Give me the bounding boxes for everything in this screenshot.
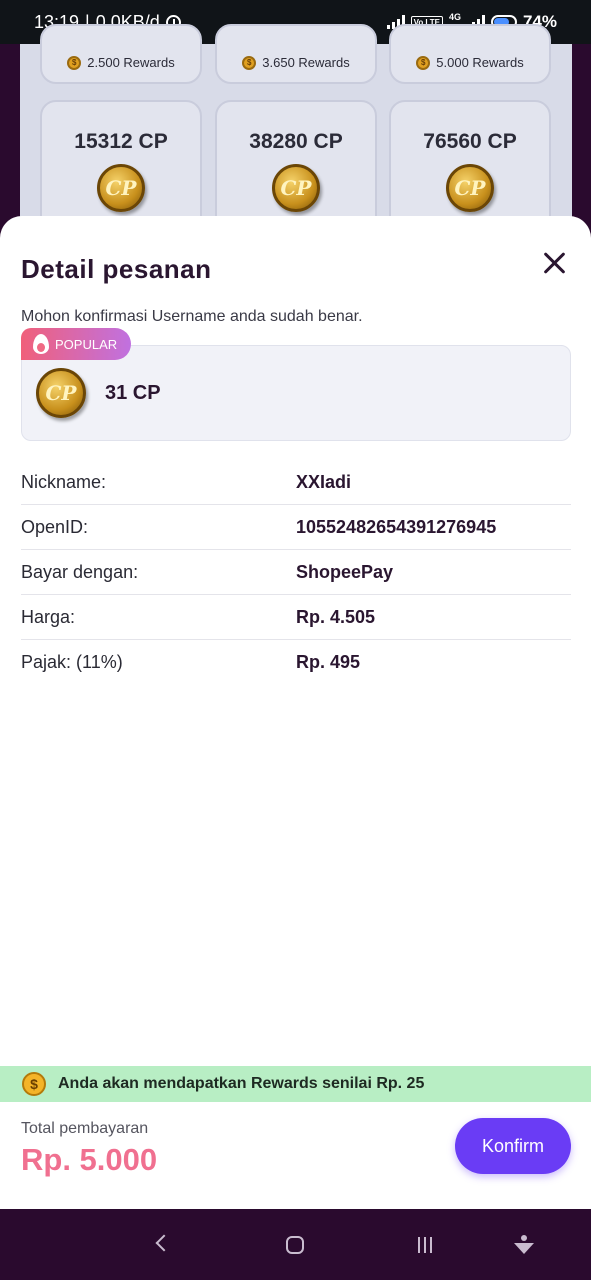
flame-icon: [33, 334, 49, 354]
info-value: Rp. 495: [296, 652, 361, 672]
reward-line: $ 5.000 Rewards: [416, 55, 524, 70]
info-row-price: Harga: Rp. 4.505: [21, 595, 571, 640]
info-value: 10552482654391276945: [296, 516, 497, 537]
reward-card[interactable]: $ 5.000 Rewards: [389, 24, 551, 84]
info-label: OpenID:: [21, 516, 89, 537]
info-label: Pajak: (11%): [21, 652, 123, 672]
info-value: XXIadi: [296, 471, 352, 492]
info-value: ShopeePay: [296, 561, 394, 582]
cp-coin-icon: CP: [272, 164, 320, 212]
info-row-nickname: Nickname: XXIadi: [21, 460, 571, 505]
order-detail-sheet: Detail pesanan Mohon konfirmasi Username…: [0, 216, 591, 1209]
close-icon[interactable]: [540, 248, 570, 278]
info-row-tax: Pajak: (11%) Rp. 495: [21, 640, 571, 685]
info-label: Harga:: [21, 606, 76, 627]
order-info-table: Nickname: XXIadi OpenID: 105524826543912…: [21, 460, 571, 685]
reward-card[interactable]: $ 3.650 Rewards: [215, 24, 377, 84]
cp-coin-icon: CP: [446, 164, 494, 212]
info-row-openid: OpenID: 10552482654391276945: [21, 505, 571, 550]
info-value: Rp. 4.505: [296, 606, 376, 627]
network-type: 4G: [448, 12, 461, 22]
nav-home-icon[interactable]: [286, 1236, 304, 1254]
reward-label: 3.650 Rewards: [262, 55, 350, 70]
sheet-title: Detail pesanan: [21, 254, 212, 284]
nav-back-icon[interactable]: [155, 1234, 173, 1252]
reward-line: $ 2.500 Rewards: [67, 55, 175, 70]
rewards-banner-text: Anda akan mendapatkan Rewards senilai Rp…: [58, 1075, 425, 1092]
reward-line: $ 3.650 Rewards: [242, 55, 350, 70]
reward-label: 5.000 Rewards: [436, 55, 524, 70]
info-row-payment-method: Bayar dengan: ShopeePay: [21, 550, 571, 595]
reward-label: 2.500 Rewards: [87, 55, 175, 70]
popular-badge-label: POPULAR: [55, 336, 118, 352]
cp-amount: 15312 CP: [74, 130, 168, 153]
rewards-banner: $ Anda akan mendapatkan Rewards senilai …: [0, 1066, 591, 1102]
cp-amount: 38280 CP: [249, 130, 343, 153]
coin-icon: $: [67, 55, 82, 70]
cp-coin-icon: CP: [97, 164, 145, 212]
system-nav-bar: [0, 1209, 591, 1280]
cp-amount: 76560 CP: [423, 130, 517, 153]
coin-icon: $: [242, 55, 257, 70]
total-amount: Rp. 5.000: [21, 1142, 158, 1177]
nav-recents-icon[interactable]: [418, 1237, 432, 1253]
confirm-button[interactable]: Konfirm: [455, 1118, 571, 1174]
cp-coin-icon: CP: [36, 368, 86, 418]
total-label: Total pembayaran: [21, 1120, 149, 1137]
info-label: Bayar dengan:: [21, 561, 139, 582]
nav-assist-icon[interactable]: [514, 1235, 534, 1255]
product-name: 31 CP: [105, 382, 161, 404]
dollar-coin-icon: $: [22, 1072, 46, 1096]
info-label: Nickname:: [21, 471, 107, 492]
popular-badge: POPULAR: [21, 328, 131, 360]
sheet-subtitle: Mohon konfirmasi Username anda sudah ben…: [21, 308, 363, 325]
background-panel: $ 2.500 Rewards $ 3.650 Rewards $ 5.000 …: [20, 24, 572, 270]
coin-icon: $: [416, 55, 431, 70]
reward-card[interactable]: $ 2.500 Rewards: [40, 24, 202, 84]
payment-footer: Total pembayaran Rp. 5.000 Konfirm: [0, 1102, 591, 1209]
